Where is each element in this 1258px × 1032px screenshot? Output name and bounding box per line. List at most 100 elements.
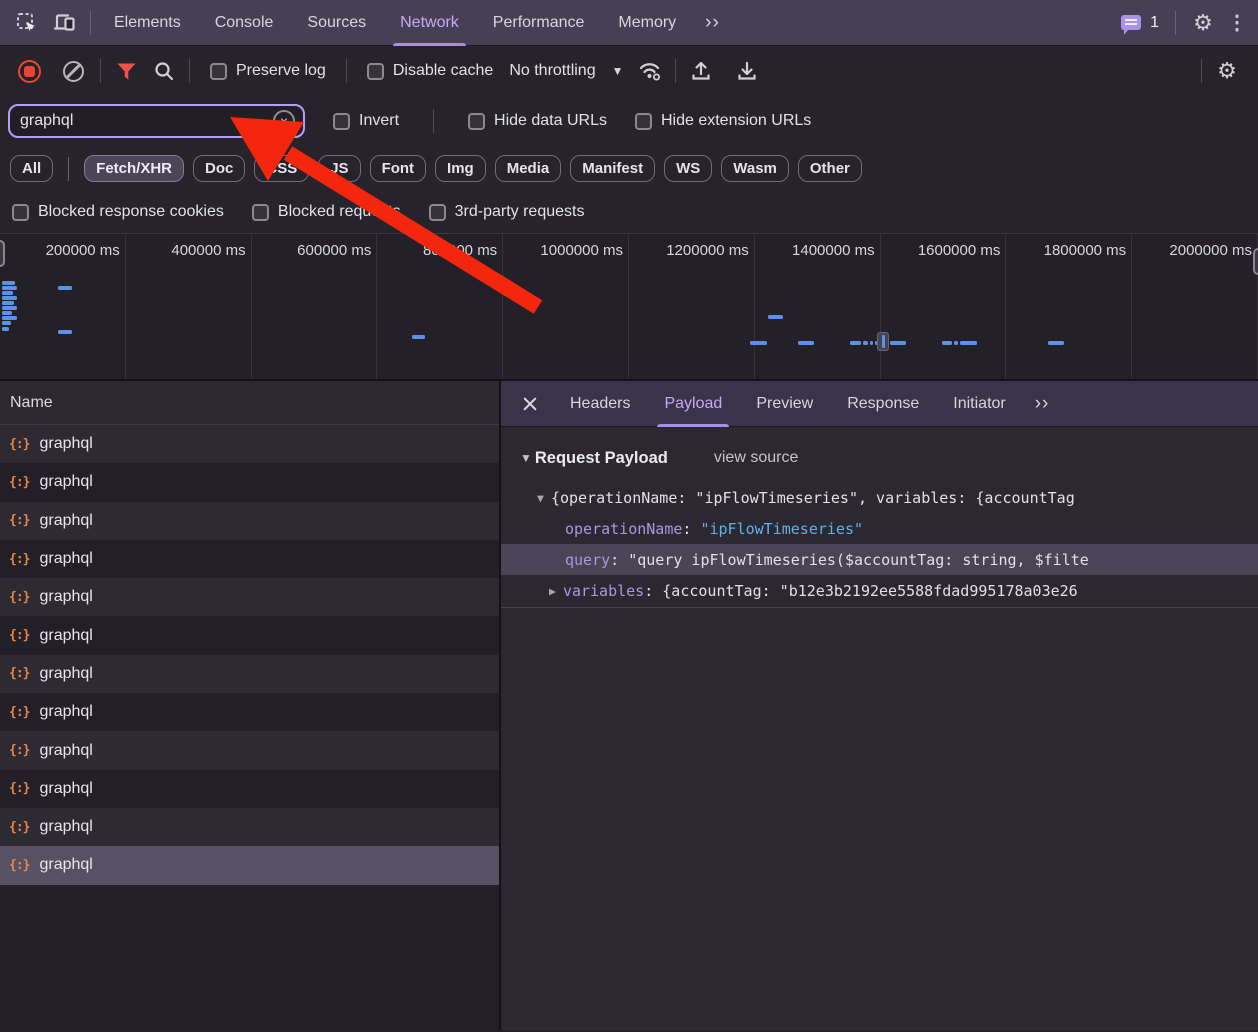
json-braces-icon: {:}: [9, 590, 29, 605]
filter-chip-ws[interactable]: WS: [664, 155, 712, 182]
tab-console[interactable]: Console: [198, 0, 291, 46]
request-row[interactable]: {:}graphql: [0, 770, 499, 808]
payload-separator: [501, 607, 1258, 608]
clear-network-log-button[interactable]: [63, 61, 84, 82]
detail-tab-response[interactable]: Response: [830, 381, 936, 427]
tab-memory[interactable]: Memory: [601, 0, 693, 46]
hide-data-urls-checkbox[interactable]: Hide data URLs: [468, 112, 607, 130]
filter-chip-wasm[interactable]: Wasm: [721, 155, 789, 182]
tab-elements[interactable]: Elements: [97, 0, 198, 46]
request-row[interactable]: {:}graphql: [0, 425, 499, 463]
tab-sources[interactable]: Sources: [290, 0, 383, 46]
filter-chip-all[interactable]: All: [10, 155, 53, 182]
payload-line[interactable]: ▼{operationName: "ipFlowTimeseries", var…: [501, 482, 1258, 513]
import-har-icon[interactable]: [682, 48, 720, 94]
disable-cache-checkbox[interactable]: Disable cache: [367, 62, 494, 80]
divider: [189, 59, 190, 83]
-rd-party-requests-checkbox[interactable]: 3rd-party requests: [429, 203, 585, 221]
issues-icon[interactable]: [1121, 15, 1141, 30]
timeline-tick-label: 600000 ms: [252, 234, 378, 379]
search-icon[interactable]: [145, 48, 183, 94]
checkbox-box[interactable]: [429, 204, 446, 221]
filter-input-box[interactable]: ×: [8, 104, 305, 138]
request-row[interactable]: {:}graphql: [0, 540, 499, 578]
request-timing-bar: [2, 286, 17, 290]
payload-line[interactable]: operationName: "ipFlowTimeseries": [501, 513, 1258, 544]
request-row[interactable]: {:}graphql: [0, 808, 499, 846]
payload-text: variables: [563, 582, 644, 600]
filter-chip-manifest[interactable]: Manifest: [570, 155, 655, 182]
request-row[interactable]: {:} graphql: [0, 616, 499, 654]
overview-right-grip[interactable]: [1253, 248, 1258, 275]
detail-tab-initiator[interactable]: Initiator: [936, 381, 1022, 427]
filter-input[interactable]: [20, 112, 273, 130]
request-timing-bar: [870, 341, 873, 345]
filter-chip-fetchxhr[interactable]: Fetch/XHR: [84, 155, 184, 182]
payload-text: operationName: [565, 520, 682, 538]
detail-tab-payload[interactable]: Payload: [647, 381, 739, 427]
request-row[interactable]: {:}graphql: [0, 655, 499, 693]
more-tabs-icon[interactable]: ››: [693, 12, 732, 34]
clear-filter-icon[interactable]: ×: [273, 110, 295, 132]
filter-chip-css[interactable]: CSS: [254, 155, 309, 182]
blocked-response-cookies-checkbox[interactable]: Blocked response cookies: [12, 203, 224, 221]
payload-line[interactable]: ▶variables: {accountTag: "b12e3b2192ee55…: [501, 575, 1258, 606]
hide-extension-urls-checkbox[interactable]: Hide extension URLs: [635, 112, 811, 130]
filter-chip-js[interactable]: JS: [318, 155, 360, 182]
network-settings-gear-icon[interactable]: ⚙: [1208, 48, 1246, 94]
checkbox-box[interactable]: [468, 113, 485, 130]
blocked-requests-checkbox[interactable]: Blocked requests: [252, 203, 401, 221]
network-overview-timeline[interactable]: 200000 ms400000 ms600000 ms800000 ms1000…: [0, 233, 1258, 381]
filter-chip-media[interactable]: Media: [495, 155, 562, 182]
overview-left-grip[interactable]: [0, 240, 5, 267]
name-column-header[interactable]: Name: [0, 381, 499, 425]
export-har-icon[interactable]: [728, 48, 766, 94]
checkbox-box[interactable]: [210, 63, 227, 80]
divider: [675, 59, 676, 83]
inspect-element-icon[interactable]: [8, 0, 46, 46]
request-row[interactable]: {:}graphql: [0, 693, 499, 731]
filter-row: × Invert Hide data URLs Hide extension U…: [0, 96, 1258, 146]
payload-line[interactable]: query: "query ipFlowTimeseries($accountT…: [501, 544, 1258, 575]
filter-chip-img[interactable]: Img: [435, 155, 486, 182]
kebab-menu-icon[interactable]: ⋮: [1224, 0, 1250, 46]
settings-gear-icon[interactable]: ⚙: [1184, 0, 1222, 46]
request-row[interactable]: {:}graphql: [0, 846, 499, 884]
request-name: graphql: [39, 627, 92, 645]
checkbox-box[interactable]: [333, 113, 350, 130]
more-detail-tabs-icon[interactable]: ››: [1023, 393, 1062, 415]
checkbox-box[interactable]: [635, 113, 652, 130]
view-source-link[interactable]: view source: [714, 449, 798, 467]
detail-tab-preview[interactable]: Preview: [739, 381, 830, 427]
checkbox-box[interactable]: [252, 204, 269, 221]
detail-tab-headers[interactable]: Headers: [553, 381, 647, 427]
filter-funnel-icon[interactable]: [107, 48, 145, 94]
requests-list: {:}graphql{:}graphql{:}graphql{:}graphql…: [0, 425, 499, 1030]
filter-chip-doc[interactable]: Doc: [193, 155, 245, 182]
invert-checkbox[interactable]: Invert: [333, 112, 399, 130]
tab-performance[interactable]: Performance: [476, 0, 602, 46]
request-timing-bar: [960, 341, 977, 345]
filter-chip-other[interactable]: Other: [798, 155, 862, 182]
network-toolbar: Preserve log Disable cache No throttling…: [0, 46, 1258, 96]
network-conditions-icon[interactable]: [631, 48, 669, 94]
request-row[interactable]: {:}graphql: [0, 578, 499, 616]
collapse-triangle-icon[interactable]: ▼: [520, 451, 532, 465]
json-braces-icon: {:}: [9, 628, 29, 643]
preserve-log-checkbox[interactable]: Preserve log: [210, 62, 326, 80]
request-row[interactable]: {:}graphql: [0, 731, 499, 769]
close-details-icon[interactable]: [513, 381, 547, 427]
record-network-log-button[interactable]: [18, 60, 41, 83]
json-braces-icon: {:}: [9, 475, 29, 490]
timeline-tick-label: 400000 ms: [126, 234, 252, 379]
checkbox-box[interactable]: [367, 63, 384, 80]
checkbox-box[interactable]: [12, 204, 29, 221]
request-timing-bar: [954, 341, 958, 345]
request-timing-bar: [863, 341, 868, 345]
request-row[interactable]: {:}graphql: [0, 502, 499, 540]
device-toolbar-icon[interactable]: [46, 0, 84, 46]
throttling-select[interactable]: No throttling ▼: [509, 62, 623, 80]
tab-network[interactable]: Network: [383, 0, 476, 46]
request-row[interactable]: {:}graphql: [0, 463, 499, 501]
filter-chip-font[interactable]: Font: [370, 155, 426, 182]
